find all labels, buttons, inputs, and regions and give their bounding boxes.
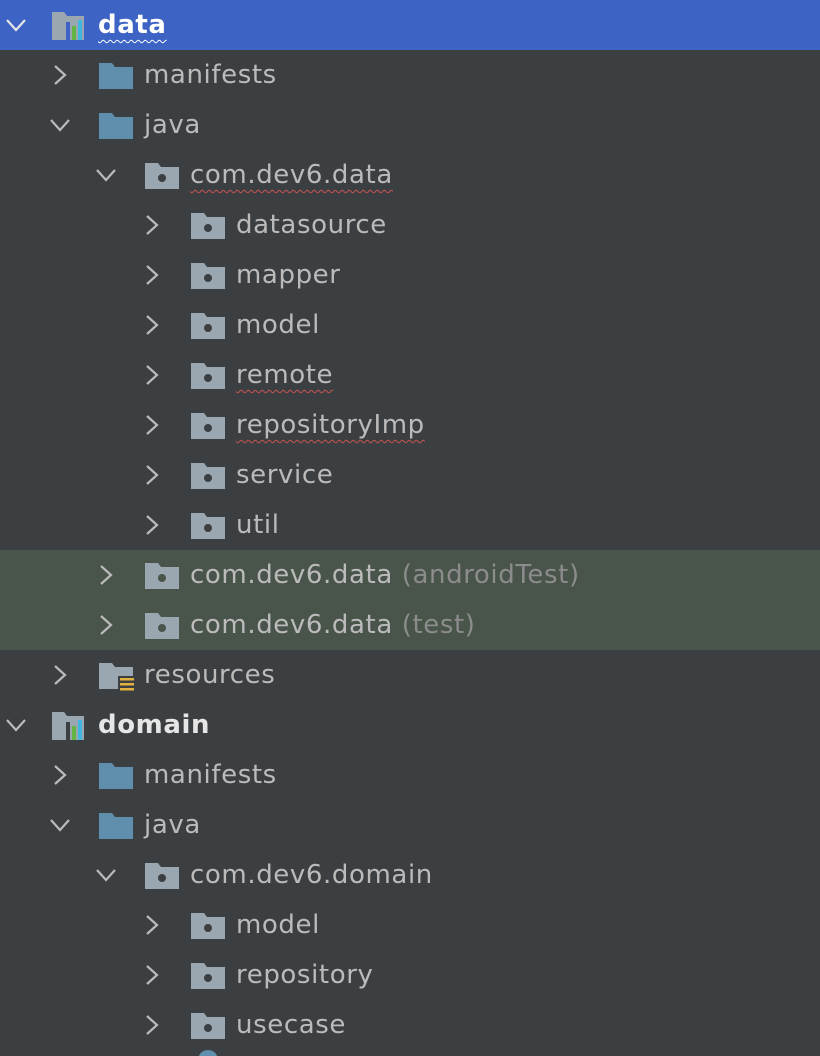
- tree-row-resources[interactable]: resources: [0, 650, 820, 700]
- tree-row-java[interactable]: java: [0, 800, 820, 850]
- tree-row-model[interactable]: model: [0, 300, 820, 350]
- source-set-suffix: (androidTest): [401, 560, 580, 590]
- package-label: repositoryImp: [236, 410, 425, 440]
- package-label: util: [236, 510, 280, 540]
- chevron-right-icon[interactable]: [140, 913, 164, 937]
- package-icon: [190, 258, 226, 292]
- package-label: com.dev6.data: [190, 560, 393, 590]
- tree-row-test-package[interactable]: com.dev6.data (test): [0, 600, 820, 650]
- folder-label: manifests: [144, 760, 277, 790]
- package-label: com.dev6.data: [190, 160, 393, 190]
- tree-row-partial: [0, 1050, 820, 1056]
- package-icon: [144, 608, 180, 642]
- tree-row-data-module[interactable]: data: [0, 0, 820, 50]
- package-label: model: [236, 910, 320, 940]
- chevron-right-icon[interactable]: [94, 563, 118, 587]
- chevron-right-icon[interactable]: [140, 1013, 164, 1037]
- package-icon: [190, 458, 226, 492]
- package-icon: [190, 1008, 226, 1042]
- tree-row-java[interactable]: java: [0, 100, 820, 150]
- tree-row-model[interactable]: model: [0, 900, 820, 950]
- tree-row-package[interactable]: com.dev6.domain: [0, 850, 820, 900]
- chevron-down-icon[interactable]: [94, 863, 118, 887]
- tree-row-util[interactable]: util: [0, 500, 820, 550]
- tree-row-repositoryimp[interactable]: repositoryImp: [0, 400, 820, 450]
- tree-row-manifests[interactable]: manifests: [0, 750, 820, 800]
- package-icon: [190, 508, 226, 542]
- chevron-right-icon[interactable]: [140, 263, 164, 287]
- package-label-group: com.dev6.data (test): [190, 600, 476, 650]
- chevron-right-icon[interactable]: [140, 413, 164, 437]
- chevron-down-icon[interactable]: [48, 113, 72, 137]
- tree-row-domain-module[interactable]: domain: [0, 700, 820, 750]
- tree-row-repository[interactable]: repository: [0, 950, 820, 1000]
- package-label: model: [236, 310, 320, 340]
- chevron-right-icon[interactable]: [94, 613, 118, 637]
- package-label: remote: [236, 360, 334, 390]
- source-set-suffix: (test): [401, 610, 476, 640]
- tree-row-mapper[interactable]: mapper: [0, 250, 820, 300]
- chevron-right-icon[interactable]: [140, 513, 164, 537]
- chevron-right-icon[interactable]: [140, 463, 164, 487]
- tree-row-android-test-package[interactable]: com.dev6.data (androidTest): [0, 550, 820, 600]
- resources-folder-icon: [98, 658, 136, 692]
- package-label: repository: [236, 960, 374, 990]
- folder-icon: [98, 108, 134, 142]
- tree-row-service[interactable]: service: [0, 450, 820, 500]
- tree-row-remote[interactable]: remote: [0, 350, 820, 400]
- package-label: service: [236, 460, 334, 490]
- package-icon: [190, 208, 226, 242]
- chevron-down-icon[interactable]: [4, 713, 28, 737]
- folder-label: java: [144, 110, 201, 140]
- tree-row-usecase[interactable]: usecase: [0, 1000, 820, 1050]
- package-label: datasource: [236, 210, 387, 240]
- file-icon: [198, 1050, 218, 1056]
- tree-row-manifests[interactable]: manifests: [0, 50, 820, 100]
- module-label: data: [98, 10, 167, 40]
- chevron-right-icon[interactable]: [48, 63, 72, 87]
- chevron-down-icon[interactable]: [94, 163, 118, 187]
- module-icon: [50, 8, 86, 42]
- package-label: usecase: [236, 1010, 346, 1040]
- module-icon: [50, 708, 86, 742]
- package-label: com.dev6.domain: [190, 860, 433, 890]
- tree-row-datasource[interactable]: datasource: [0, 200, 820, 250]
- chevron-right-icon[interactable]: [140, 313, 164, 337]
- chevron-right-icon[interactable]: [140, 363, 164, 387]
- chevron-right-icon[interactable]: [48, 763, 72, 787]
- folder-label: java: [144, 810, 201, 840]
- package-icon: [190, 358, 226, 392]
- package-icon: [144, 158, 180, 192]
- chevron-right-icon[interactable]: [48, 663, 72, 687]
- chevron-down-icon[interactable]: [48, 813, 72, 837]
- folder-icon: [98, 758, 134, 792]
- folder-icon: [98, 808, 134, 842]
- chevron-right-icon[interactable]: [140, 963, 164, 987]
- package-label-group: com.dev6.data (androidTest): [190, 550, 580, 600]
- chevron-down-icon[interactable]: [4, 13, 28, 37]
- module-label: domain: [98, 710, 211, 740]
- tree-row-package[interactable]: com.dev6.data: [0, 150, 820, 200]
- package-icon: [190, 958, 226, 992]
- package-icon: [190, 908, 226, 942]
- package-icon: [144, 558, 180, 592]
- chevron-right-icon[interactable]: [140, 213, 164, 237]
- package-icon: [190, 408, 226, 442]
- package-label: com.dev6.data: [190, 610, 393, 640]
- package-icon: [144, 858, 180, 892]
- folder-label: manifests: [144, 60, 277, 90]
- package-label: mapper: [236, 260, 341, 290]
- folder-label: resources: [144, 660, 276, 690]
- folder-icon: [98, 58, 134, 92]
- package-icon: [190, 308, 226, 342]
